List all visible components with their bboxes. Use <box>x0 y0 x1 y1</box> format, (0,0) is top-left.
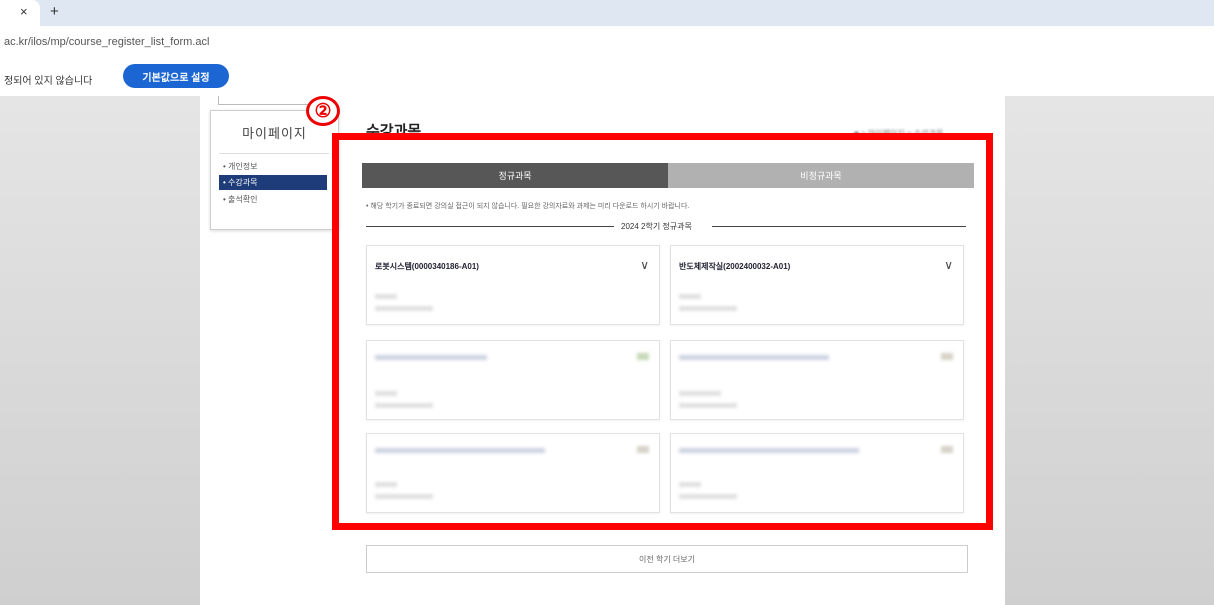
course-card[interactable] <box>670 340 964 420</box>
chevron-down-icon[interactable]: ∨ <box>944 258 953 272</box>
sidebar-item-personal-info[interactable]: • 개인정보 <box>219 159 327 174</box>
course-card[interactable]: 반도체제작실(2002400032-A01) ∨ <box>670 245 964 325</box>
new-tab-button[interactable]: + <box>50 3 59 20</box>
tab-regular-courses[interactable]: 정규과목 <box>362 163 668 188</box>
course-title-blurred <box>679 355 829 360</box>
chevron-down-icon <box>941 353 953 360</box>
close-tab-icon[interactable]: × <box>20 4 28 19</box>
browser-tab-strip: × + <box>0 0 1214 26</box>
course-info-line <box>375 482 397 487</box>
sidebar-item-courses[interactable]: • 수강과목 <box>219 175 327 190</box>
load-previous-terms-button[interactable]: 이전 학기 더보기 <box>366 545 968 573</box>
notice-text: • 해당 학기가 종료되면 강의실 접근이 되지 않습니다. 필요한 강의자료와… <box>366 203 690 210</box>
course-card[interactable] <box>366 433 660 513</box>
term-label: 2024 2학기 정규과목 <box>621 222 692 231</box>
course-info-line <box>375 306 433 311</box>
course-info-line <box>679 482 701 487</box>
sidebar-title: 마이페이지 <box>242 126 307 141</box>
course-info-line <box>679 494 737 499</box>
course-info-line <box>679 306 737 311</box>
sidebar-item-attendance[interactable]: • 출석확인 <box>219 192 327 207</box>
course-info-line <box>679 403 737 408</box>
set-default-button[interactable]: 기본값으로 설정 <box>123 64 229 88</box>
course-card[interactable] <box>366 340 660 420</box>
url-text[interactable]: ac.kr/ilos/mp/course_register_list_form.… <box>4 36 209 48</box>
step-marker: ② <box>306 96 340 126</box>
mypage-sidebar: 마이페이지 • 개인정보 • 수강과목 • 출석확인 <box>210 110 339 230</box>
sidebar-divider <box>219 153 329 154</box>
course-card[interactable] <box>670 433 964 513</box>
info-bar-text: 정되어 있지 않습니다 <box>4 76 93 87</box>
course-title[interactable]: 반도체제작실(2002400032-A01) <box>679 261 790 272</box>
right-gutter <box>1005 96 1214 605</box>
course-info-line <box>679 391 721 396</box>
term-divider-left <box>366 226 614 227</box>
course-info-line <box>375 403 433 408</box>
course-info-line <box>375 294 397 299</box>
chevron-down-icon <box>637 446 649 453</box>
term-divider-right <box>712 226 966 227</box>
course-info-line <box>375 391 397 396</box>
status-icon <box>637 353 649 360</box>
tab-nonregular-courses[interactable]: 비정규과목 <box>668 163 974 188</box>
course-card[interactable]: 로봇시스템(0000340186-A01) ∨ <box>366 245 660 325</box>
chevron-down-icon[interactable]: ∨ <box>640 258 649 272</box>
left-gutter <box>0 96 200 605</box>
course-title-blurred <box>375 448 545 453</box>
browser-tab[interactable]: × <box>0 0 40 26</box>
course-title[interactable]: 로봇시스템(0000340186-A01) <box>375 261 479 272</box>
chevron-down-icon <box>941 446 953 453</box>
course-info-line <box>679 294 701 299</box>
course-title-blurred <box>375 355 487 360</box>
address-bar[interactable]: ac.kr/ilos/mp/course_register_list_form.… <box>0 26 1214 59</box>
course-info-line <box>375 494 433 499</box>
course-title-blurred <box>679 448 859 453</box>
